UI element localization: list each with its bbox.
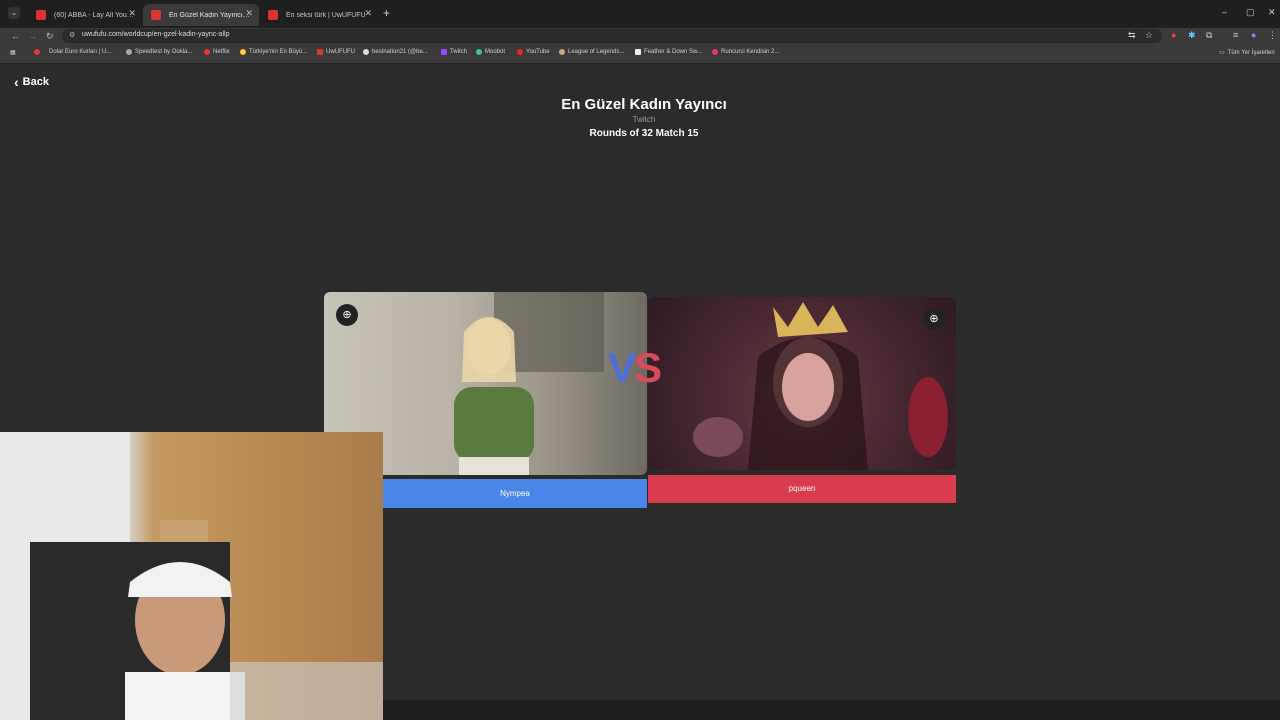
bookmark-item[interactable]: bestnation21 (@be... xyxy=(363,49,428,55)
bookmark-label: Runcurci Kendisin 2... xyxy=(721,49,780,55)
round-info: Rounds of 32 Match 15 xyxy=(589,128,699,139)
tiktok-icon xyxy=(363,49,369,55)
bookmark-star-icon[interactable]: ☆ xyxy=(1145,30,1153,41)
twitch-icon xyxy=(441,49,447,55)
bookmark-favicon-icon xyxy=(126,49,132,55)
tab-title: En Güzel Kadın Yayıncı | UwUF xyxy=(169,11,251,19)
netflix-icon xyxy=(204,49,210,55)
site-info-icon[interactable]: ⚙ xyxy=(69,31,75,39)
folder-icon: ▭ xyxy=(1219,50,1225,56)
reload-icon[interactable]: ↻ xyxy=(46,31,54,42)
league-icon xyxy=(559,49,565,55)
maximize-button[interactable]: ▢ xyxy=(1246,7,1255,18)
bookmark-label: bestnation21 (@be... xyxy=(372,49,428,55)
bookmark-item[interactable]: Moobot xyxy=(476,49,505,55)
tab-abba[interactable]: (60) ABBA - Lay All Your Love O ✕ xyxy=(28,4,142,26)
minimize-button[interactable]: – xyxy=(1222,7,1227,17)
bookmark-label: UwUFUFU xyxy=(326,49,355,55)
bookmark-label: League of Legends... xyxy=(568,49,625,55)
tab-title: (60) ABBA - Lay All Your Love O xyxy=(54,11,134,19)
tab-title: En seksi türk | UwUFUFU xyxy=(286,11,366,19)
back-button[interactable]: ‹ Back xyxy=(14,74,49,90)
uwufufu-favicon-icon xyxy=(151,10,161,20)
menu-icon[interactable]: ⋮ xyxy=(1268,30,1277,41)
uwufufu-icon xyxy=(317,49,323,55)
uwufufu-favicon-icon xyxy=(268,10,278,20)
bookmark-item[interactable]: League of Legends... xyxy=(559,49,624,55)
page-subtitle: Twitch xyxy=(632,115,656,124)
youtube-favicon-icon xyxy=(36,10,46,20)
bookmark-label: Türkiye'nin En Büyü... xyxy=(249,49,308,55)
page-title: En Güzel Kadın Yayıncı xyxy=(561,96,727,113)
close-window-button[interactable]: ✕ xyxy=(1268,7,1276,18)
tab-en-seksi[interactable]: En seksi türk | UwUFUFU ✕ xyxy=(260,4,378,26)
bookmark-item[interactable]: Runcurci Kendisin 2... xyxy=(712,49,779,55)
bookmark-item[interactable] xyxy=(34,49,43,55)
bookmark-label: Netflix xyxy=(213,49,230,55)
tab-search-icon[interactable]: ⌄ xyxy=(8,7,20,19)
bookmark-item[interactable]: Twitch xyxy=(441,49,467,55)
bookmark-favicon-icon xyxy=(635,49,641,55)
bookmark-label: Twitch xyxy=(450,49,468,55)
bookmark-label: Dolar Euro Kurları | U... xyxy=(49,49,112,55)
extension-icon[interactable]: ● xyxy=(1171,30,1176,40)
vs-s: S xyxy=(634,344,662,391)
photo-placeholder xyxy=(693,302,948,470)
forward-arrow-icon[interactable]: → xyxy=(28,31,37,41)
bookmark-item[interactable]: YouTube xyxy=(517,49,550,55)
right-candidate-image[interactable]: ⊕ xyxy=(648,297,956,470)
back-arrow-icon[interactable]: ← xyxy=(11,31,20,41)
url-text[interactable]: uwufufu.com/worldcup/en-gzel-kadin-yaync… xyxy=(82,31,229,38)
zoom-in-icon[interactable]: ⊕ xyxy=(923,308,945,330)
translate-icon[interactable]: ⇆ xyxy=(1128,30,1136,41)
bookmark-item[interactable]: Netflix xyxy=(204,49,230,55)
close-tab-icon[interactable]: ✕ xyxy=(364,8,372,19)
tab-uwufufu-active[interactable]: En Güzel Kadın Yayıncı | UwUF ✕ xyxy=(143,4,259,26)
bookmark-label: Speedtest by Ookla... xyxy=(135,49,193,55)
all-bookmarks-folder[interactable]: ▭ Tüm Yer İşaretleri xyxy=(1219,49,1275,57)
profile-avatar-icon[interactable]: ● xyxy=(1251,30,1256,40)
bookmark-favicon-icon xyxy=(34,49,40,55)
bookmark-item[interactable]: UwUFUFU xyxy=(317,49,355,55)
bottom-bar xyxy=(383,700,1280,720)
bookmark-label: Feather & Down Sw... xyxy=(644,49,703,55)
bookmark-favicon-icon xyxy=(240,49,246,55)
webcam-feed xyxy=(0,432,383,720)
bookmark-item[interactable]: Feather & Down Sw... xyxy=(635,49,702,55)
vs-v: V xyxy=(608,344,636,391)
webcam-overlay xyxy=(0,432,383,720)
youtube-icon xyxy=(517,49,523,55)
bookmark-item[interactable]: Speedtest by Ookla... xyxy=(126,49,192,55)
chevron-left-icon: ‹ xyxy=(14,74,19,90)
apps-grid-icon[interactable]: ▦ xyxy=(10,49,16,56)
bookmark-favicon-icon xyxy=(712,49,718,55)
tab-bar: ⌄ (60) ABBA - Lay All Your Love O ✕ En G… xyxy=(0,0,1280,28)
close-tab-icon[interactable]: ✕ xyxy=(128,8,136,19)
extensions-puzzle-icon[interactable]: ⧉ xyxy=(1206,30,1212,41)
media-icon[interactable]: ≡ xyxy=(1233,30,1238,40)
bookmark-label: YouTube xyxy=(526,49,550,55)
right-candidate-button[interactable]: pqueen xyxy=(648,475,956,503)
back-label: Back xyxy=(22,76,49,88)
extension-icon[interactable]: ✱ xyxy=(1188,30,1196,41)
vs-label: VS xyxy=(608,344,662,392)
left-candidate-button[interactable]: Nympea xyxy=(383,479,647,508)
new-tab-button[interactable]: + xyxy=(383,6,390,20)
bookmark-label: Moobot xyxy=(485,49,506,55)
close-tab-icon[interactable]: ✕ xyxy=(245,8,253,19)
zoom-in-icon[interactable]: ⊕ xyxy=(336,304,358,326)
bookmark-item[interactable]: Dolar Euro Kurları | U... xyxy=(49,49,111,55)
moobot-icon xyxy=(476,49,482,55)
bookmark-label: Tüm Yer İşaretleri xyxy=(1227,49,1275,56)
bookmark-item[interactable]: Türkiye'nin En Büyü... xyxy=(240,49,307,55)
